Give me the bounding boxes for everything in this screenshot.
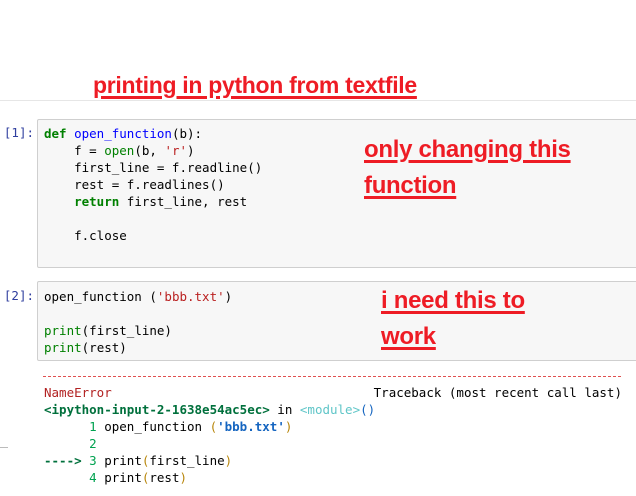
- code-token: print: [96, 453, 142, 468]
- module-parens: (): [360, 402, 376, 417]
- line-prefix: [44, 470, 89, 485]
- output-marker: [0, 447, 8, 448]
- code-token: ): [179, 470, 188, 485]
- code-token: print: [44, 323, 82, 338]
- code-token: f =: [44, 143, 105, 158]
- code-token: (first_line): [81, 323, 172, 338]
- traceback-line: 1 open_function ('bbb.txt'): [44, 419, 292, 434]
- code-token: ): [284, 419, 293, 434]
- error-name: NameError: [44, 385, 112, 400]
- traceback-label: Traceback (most recent call last): [373, 385, 622, 400]
- code-token: first_line, rest: [119, 194, 248, 209]
- traceback-line: 2: [44, 436, 97, 451]
- annotation-call-note: i need this to work: [381, 287, 525, 350]
- arrow-indicator: ---->: [44, 453, 90, 468]
- traceback-line: ----> 3 print(first_line): [44, 453, 232, 468]
- cell-1-prompt: [1]:: [3, 125, 34, 140]
- annotation-function-note: only changing this function: [364, 136, 571, 199]
- line-number: 1: [89, 419, 97, 434]
- module-ref: <module>: [299, 402, 361, 417]
- line-number: 4: [89, 470, 97, 485]
- traceback-separator: ----------------------------------------…: [43, 376, 621, 377]
- code-token: return: [74, 194, 120, 209]
- code-token: print: [96, 470, 142, 485]
- code-token: open: [104, 143, 135, 158]
- annotation-title: printing in python from textfile: [93, 72, 417, 98]
- traceback-output: NameError Traceback (most recent call las…: [44, 384, 622, 486]
- line-number: 3: [89, 453, 97, 468]
- traceback-line: 4 print(rest): [44, 470, 187, 485]
- code-token: def: [44, 126, 67, 141]
- code-line: rest = f.readlines(): [44, 177, 225, 192]
- code-token: print: [44, 340, 82, 355]
- code-token: ): [224, 453, 233, 468]
- code-token: 'r': [164, 143, 188, 158]
- cell-1-code[interactable]: def open_function(b): f = open(b, 'r') f…: [44, 125, 262, 244]
- code-token: rest: [149, 470, 180, 485]
- code-token: (b):: [171, 126, 203, 141]
- code-token: open_function (: [44, 289, 157, 304]
- line-prefix: [44, 436, 89, 451]
- code-line: first_line = f.readline(): [44, 160, 263, 175]
- code-token: ): [187, 143, 195, 158]
- divider: [0, 100, 636, 101]
- code-token: first_line: [149, 453, 225, 468]
- code-token: open_function: [96, 419, 210, 434]
- code-token: (b,: [134, 143, 165, 158]
- code-token: 'bbb.txt': [156, 289, 225, 304]
- input-ref: <ipython-input-2-1638e54ac5ec>: [44, 402, 270, 417]
- code-token: open_function: [74, 126, 172, 141]
- cell-2-prompt: [2]:: [3, 288, 34, 303]
- line-number: 2: [89, 436, 97, 451]
- code-token: (: [209, 419, 218, 434]
- cell-2-code[interactable]: open_function ('bbb.txt') print(first_li…: [44, 288, 232, 356]
- code-token: ): [224, 289, 233, 304]
- code-token: (rest): [81, 340, 127, 355]
- in-word: in: [269, 402, 300, 417]
- code-token: 'bbb.txt': [217, 419, 285, 434]
- code-line: f.close: [44, 228, 127, 243]
- line-prefix: [44, 419, 89, 434]
